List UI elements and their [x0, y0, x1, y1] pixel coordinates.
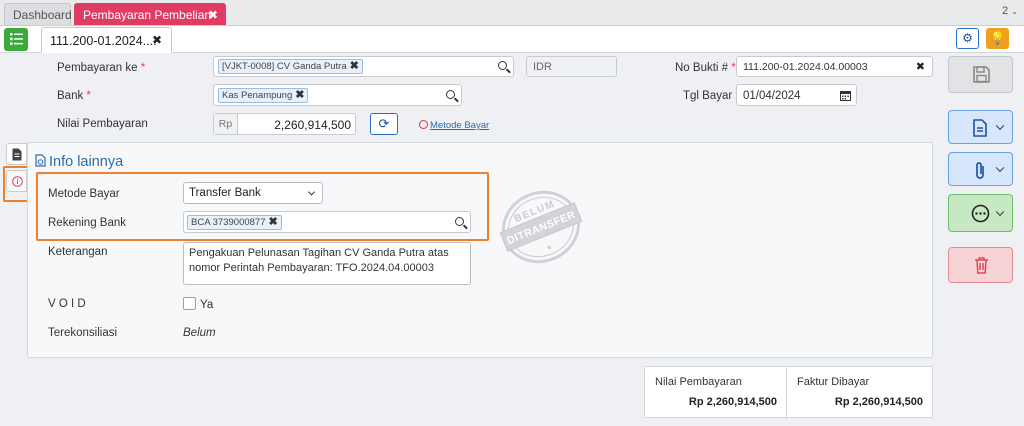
close-tab-icon[interactable]: ✖: [208, 4, 218, 26]
more-actions-button[interactable]: [948, 194, 1013, 232]
document-tab-label: 111.200-01.2024....: [50, 34, 157, 48]
document-icon: [12, 148, 22, 161]
search-icon[interactable]: [498, 61, 507, 70]
terekonsiliasi-label: Terekonsiliasi: [48, 327, 118, 339]
settings-button[interactable]: ⚙: [956, 28, 979, 49]
trash-icon: [975, 257, 988, 274]
document-bar: 111.200-01.2024.... ✖: [0, 26, 1024, 53]
chevron-down-icon: [995, 207, 1005, 217]
summary-nilai-value: Rp 2,260,914,500: [688, 396, 777, 408]
summary-nilai-label: Nilai Pembayaran: [655, 376, 742, 388]
payment-summary: Nilai Pembayaran Rp 2,260,914,500 Faktur…: [644, 366, 933, 419]
void-option-label: Ya: [200, 299, 214, 311]
top-tab-bar: Dashboard Pembayaran Pembelian ✖ 2 ⌄: [0, 0, 1024, 26]
more-icon: [971, 204, 990, 223]
document-side-tab[interactable]: [6, 143, 27, 165]
summary-nilai: Nilai Pembayaran Rp 2,260,914,500: [645, 367, 787, 419]
keterangan-textarea[interactable]: Pengakuan Pelunasan Tagihan CV Ganda Put…: [183, 242, 471, 285]
terekonsiliasi-value: Belum: [183, 327, 216, 339]
bank-label: Bank *: [57, 90, 91, 102]
metode-bayar-link[interactable]: Metode Bayar: [419, 120, 489, 131]
tab-dashboard[interactable]: Dashboard: [4, 3, 72, 25]
delete-button[interactable]: [948, 247, 1013, 283]
bank-input[interactable]: Kas Penampung ✖: [213, 84, 462, 106]
void-checkbox[interactable]: [183, 297, 196, 310]
nilai-pembayaran-input[interactable]: Rp 2,260,914,500: [213, 113, 356, 135]
recalculate-button[interactable]: ⟳: [370, 113, 398, 135]
close-document-icon[interactable]: ✖: [152, 33, 162, 47]
keterangan-label: Keterangan: [48, 246, 108, 258]
chevron-down-icon: [995, 121, 1005, 131]
info-panel-title: Info lainnya: [35, 154, 123, 170]
vendor-chip: [VJKT-0008] CV Ganda Putra ✖: [218, 59, 363, 74]
list-menu-button[interactable]: [4, 28, 28, 51]
no-bukti-input[interactable]: 111.200-01.2024.04.00003 ✖: [736, 56, 933, 77]
remove-vendor-icon[interactable]: ✖: [350, 60, 359, 72]
tgl-bayar-input[interactable]: 01/04/2024: [736, 84, 857, 106]
nilai-pembayaran-label: Nilai Pembayaran: [57, 118, 148, 130]
save-button[interactable]: [948, 56, 1013, 93]
tgl-bayar-value: 01/04/2024: [743, 90, 801, 102]
summary-faktur: Faktur Dibayar Rp 2,260,914,500: [787, 367, 932, 419]
document-icon: [973, 119, 987, 137]
remove-bank-icon[interactable]: ✖: [295, 89, 304, 101]
save-icon: [973, 66, 990, 83]
nilai-pembayaran-value: 2,260,914,500: [274, 118, 351, 132]
no-bukti-label: No Bukti # *: [675, 62, 736, 74]
tips-button[interactable]: 💡: [986, 28, 1009, 49]
tab-count-dropdown[interactable]: 2 ⌄: [1000, 5, 1020, 21]
chevron-down-icon: [995, 163, 1005, 173]
calendar-icon[interactable]: [840, 90, 851, 101]
tab-dashboard-label: Dashboard: [13, 8, 72, 22]
info-tab-highlight: [3, 166, 30, 202]
tab-active-label: Pembayaran Pembelian: [83, 8, 212, 22]
void-label: V O I D: [48, 298, 86, 310]
pembayaran-ke-label: Pembayaran ke *: [57, 62, 146, 74]
paperclip-icon: [976, 162, 984, 179]
lightbulb-icon: 💡: [990, 31, 1005, 45]
pembayaran-ke-input[interactable]: [VJKT-0008] CV Ganda Putra ✖: [213, 56, 514, 77]
list-icon: [9, 33, 23, 45]
summary-faktur-value: Rp 2,260,914,500: [834, 396, 923, 408]
attachment-button[interactable]: [948, 152, 1013, 186]
no-bukti-value: 111.200-01.2024.04.00003: [743, 61, 868, 73]
tab-pembayaran-pembelian[interactable]: Pembayaran Pembelian ✖: [74, 3, 226, 25]
search-icon[interactable]: [446, 90, 455, 99]
currency-value: IDR: [533, 61, 552, 73]
alert-icon: [419, 120, 428, 129]
document-tab[interactable]: 111.200-01.2024.... ✖: [41, 27, 172, 53]
currency-field: IDR: [526, 56, 617, 77]
belum-ditransfer-stamp: BELUM DITRANSFER: [499, 190, 583, 264]
currency-prefix: Rp: [214, 114, 238, 134]
clear-icon[interactable]: ✖: [916, 60, 925, 73]
bank-chip: Kas Penampung ✖: [218, 88, 309, 103]
summary-faktur-label: Faktur Dibayar: [797, 376, 870, 388]
info-doc-icon: [35, 154, 46, 167]
tgl-bayar-label: Tgl Bayar *: [683, 90, 740, 102]
gear-icon: ⚙: [962, 31, 973, 45]
print-document-button[interactable]: [948, 110, 1013, 144]
tab-count: 2: [1002, 5, 1009, 17]
sync-icon: ⟳: [378, 116, 390, 131]
metode-rekening-highlight: [36, 172, 489, 241]
